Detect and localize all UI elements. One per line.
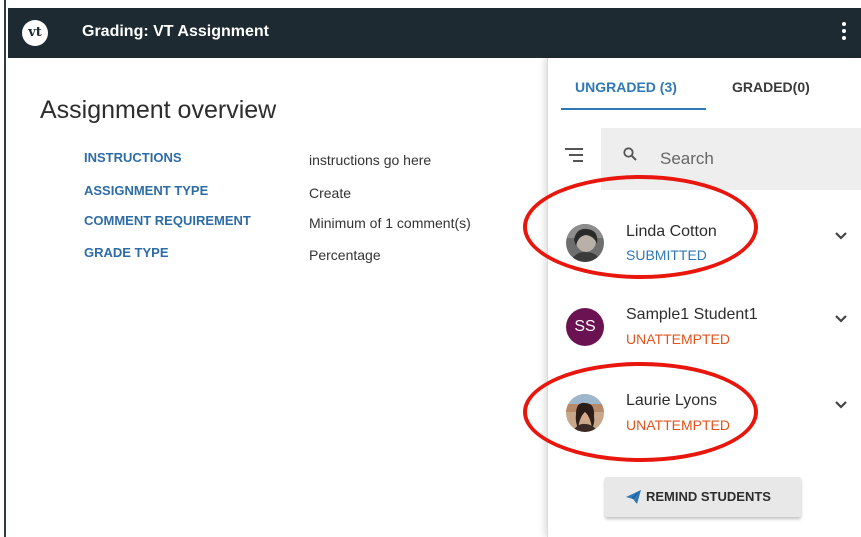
info-value: Minimum of 1 comment(s) [309,215,471,231]
vt-logo: vt [22,20,48,46]
info-label: GRADE TYPE [84,245,169,260]
filter-icon[interactable] [565,148,585,164]
student-status: UNATTEMPTED [626,331,730,347]
tab-ungraded[interactable]: UNGRADED (3) [575,79,677,95]
info-value: instructions go here [309,152,432,168]
info-value: Percentage [309,247,381,263]
remind-students-button[interactable]: REMIND STUDENTS [605,477,801,517]
student-row-linda-cotton[interactable]: Linda Cotton SUBMITTED [548,205,861,275]
student-name: Laurie Lyons [626,392,718,409]
avatar [566,394,604,432]
avatar: SS [566,308,604,346]
chevron-down-icon[interactable] [834,231,848,241]
student-row-laurie-lyons[interactable]: Laurie Lyons UNATTEMPTED [548,380,861,450]
info-label: COMMENT REQUIREMENT [84,213,251,228]
student-row-sample1-student1[interactable]: SS Sample1 Student1 UNATTEMPTED [548,294,861,364]
paper-plane-icon [626,490,641,504]
remind-students-label: REMIND STUDENTS [646,489,771,504]
page-title: Grading: VT Assignment [82,23,269,40]
chevron-down-icon[interactable] [834,314,848,324]
active-tab-indicator [561,108,706,110]
student-status: SUBMITTED [626,247,707,263]
header-bar: vt Grading: VT Assignment [8,8,861,58]
student-name: Sample1 Student1 [626,306,758,323]
chevron-down-icon[interactable] [834,400,848,410]
avatar [566,224,604,262]
student-name: Linda Cotton [626,223,717,240]
student-panel: UNGRADED (3) GRADED(0) Search Linda Cott… [547,58,861,537]
tab-graded[interactable]: GRADED(0) [732,79,810,95]
overview-heading: Assignment overview [40,96,277,124]
search-input[interactable]: Search [601,128,861,190]
page-left-border [0,0,6,537]
kebab-menu-icon[interactable] [841,22,847,44]
search-placeholder: Search [660,149,714,168]
student-status: UNATTEMPTED [626,417,730,433]
search-icon [623,147,637,161]
avatar-initials: SS [574,318,596,335]
info-label: ASSIGNMENT TYPE [84,183,209,198]
info-label: INSTRUCTIONS [84,150,182,165]
info-value: Create [309,185,352,201]
